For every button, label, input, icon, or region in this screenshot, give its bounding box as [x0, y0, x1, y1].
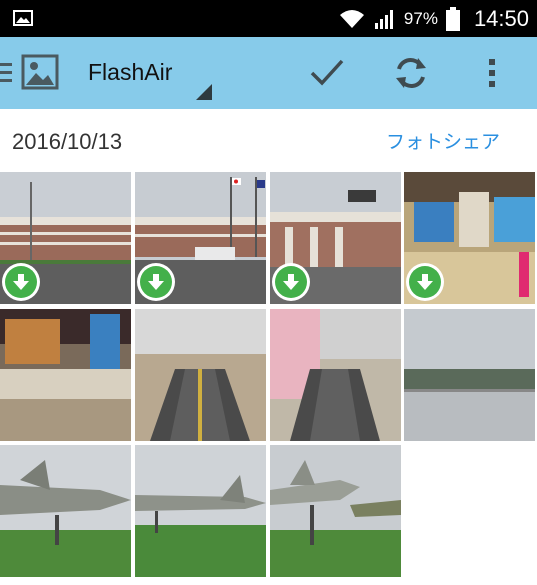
photo-thumbnail[interactable] — [270, 309, 401, 441]
more-options-button[interactable] — [470, 51, 514, 95]
photo-image — [270, 309, 401, 441]
download-badge[interactable] — [272, 263, 310, 301]
date-header: 2016/10/13 フォトシェア — [0, 109, 537, 172]
photo-thumbnail[interactable] — [404, 172, 535, 304]
check-icon — [310, 59, 344, 86]
photo-image — [135, 309, 266, 441]
download-badge[interactable] — [137, 263, 175, 301]
folder-dropdown[interactable]: FlashAir — [88, 59, 172, 86]
photo-thumbnail[interactable] — [0, 445, 131, 577]
gallery-logo-icon — [21, 54, 59, 90]
photo-thumbnail[interactable] — [135, 445, 266, 577]
photo-share-link[interactable]: フォトシェア — [386, 127, 500, 154]
photo-thumbnail[interactable] — [135, 309, 266, 441]
clock: 14:50 — [473, 5, 529, 31]
photo-thumbnail[interactable] — [404, 309, 535, 441]
photo-thumbnail[interactable] — [135, 172, 266, 304]
photo-thumbnail[interactable] — [270, 172, 401, 304]
signal-icon — [374, 9, 393, 29]
sync-button[interactable] — [389, 51, 433, 95]
sync-icon — [396, 58, 426, 88]
photo-image — [270, 445, 401, 577]
download-arrow-icon — [417, 274, 433, 290]
select-button[interactable] — [305, 51, 349, 95]
image-notification-icon — [13, 10, 33, 26]
download-badge[interactable] — [406, 263, 444, 301]
more-vert-icon — [489, 59, 495, 87]
photo-image — [0, 445, 131, 577]
photo-image — [0, 309, 131, 441]
photo-thumbnail[interactable] — [0, 309, 131, 441]
date-label: 2016/10/13 — [12, 129, 123, 154]
photo-thumbnail[interactable] — [0, 172, 131, 304]
status-bar: 97% 14:50 — [0, 0, 537, 37]
photo-image — [135, 445, 266, 577]
battery-icon — [445, 6, 460, 31]
app-bar: FlashAir — [0, 37, 537, 109]
dropdown-indicator-icon — [196, 84, 212, 100]
photo-image — [404, 309, 535, 441]
download-arrow-icon — [283, 274, 299, 290]
download-arrow-icon — [13, 274, 29, 290]
download-badge[interactable] — [2, 263, 40, 301]
battery-percent: 97% — [403, 8, 438, 28]
download-arrow-icon — [148, 274, 164, 290]
menu-icon[interactable] — [0, 61, 13, 85]
photo-thumbnail[interactable] — [270, 445, 401, 577]
wifi-icon — [339, 9, 364, 28]
